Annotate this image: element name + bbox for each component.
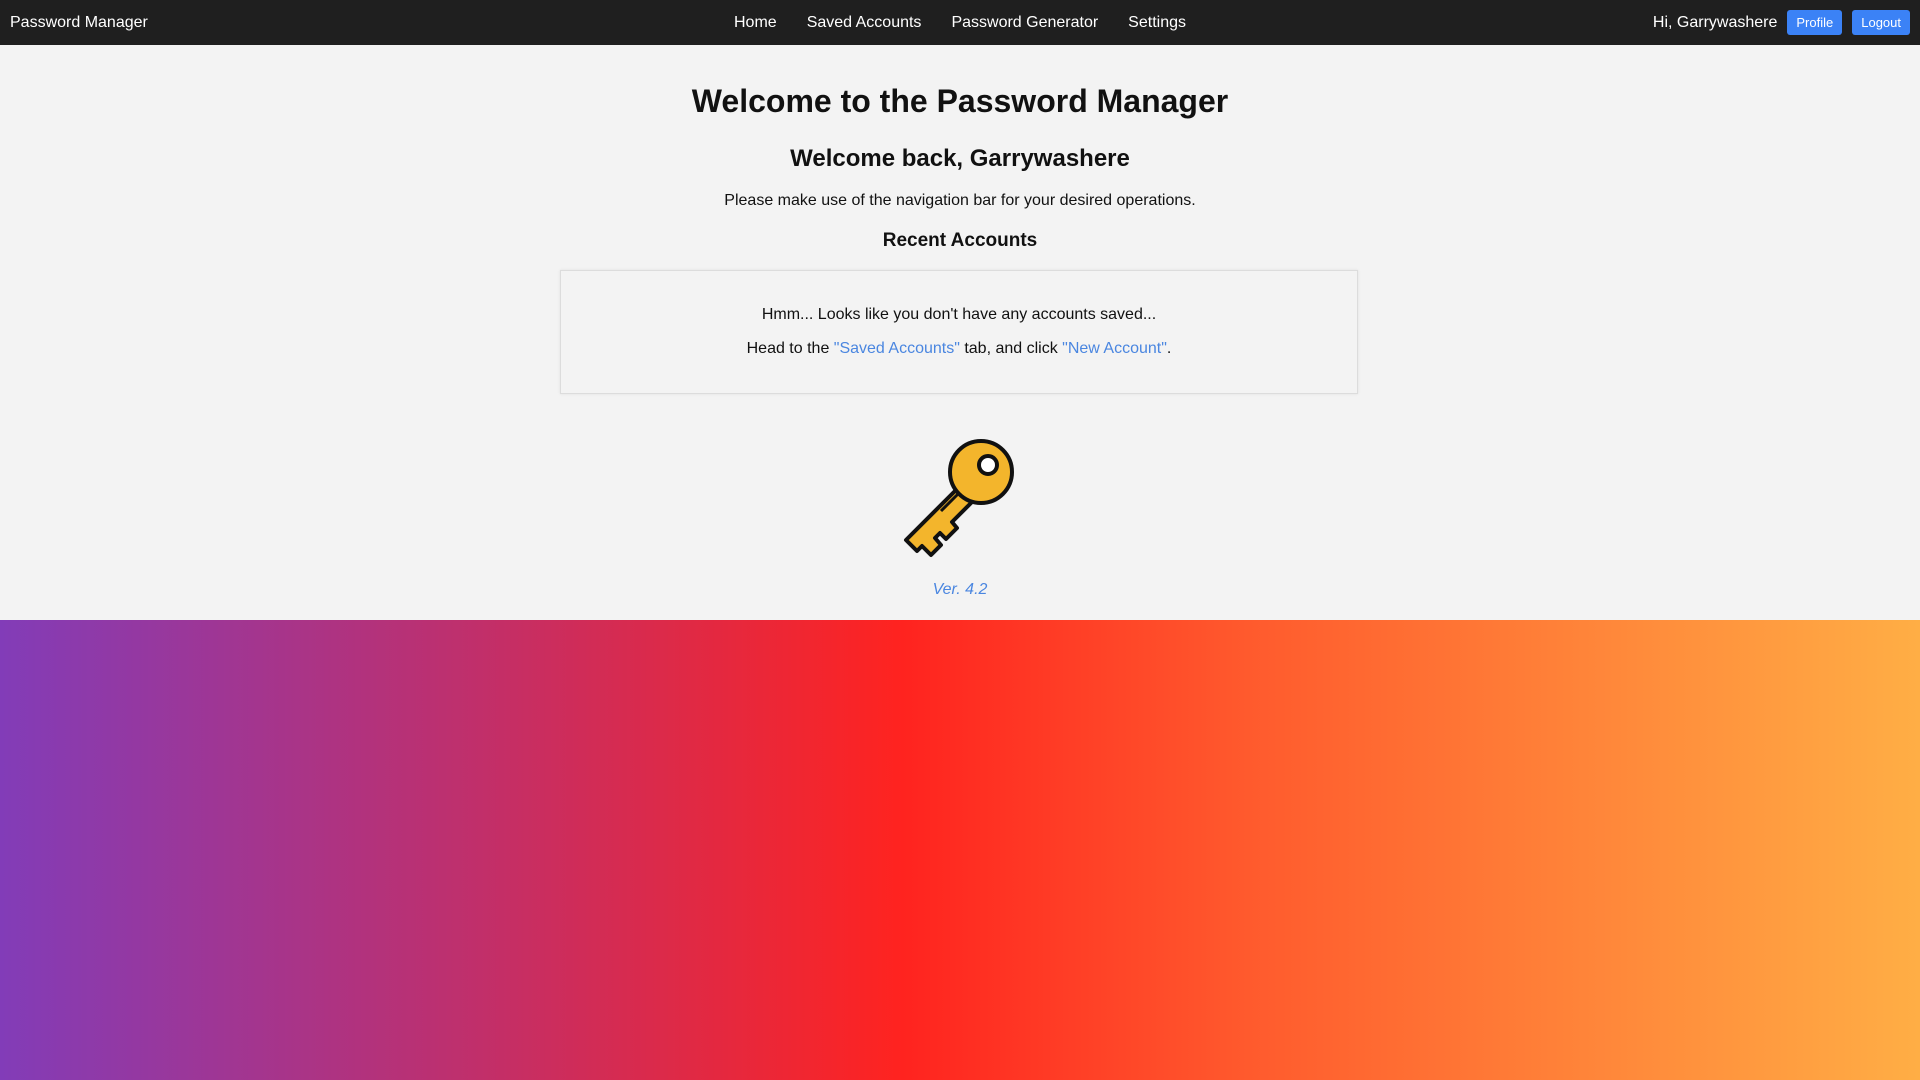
brand-title[interactable]: Password Manager <box>10 0 148 45</box>
recent-accounts-box: Hmm... Looks like you don't have any acc… <box>560 270 1358 394</box>
logout-button[interactable]: Logout <box>1852 10 1910 35</box>
empty-state-hint: Head to the "Saved Accounts" tab, and cl… <box>561 340 1357 358</box>
nav-link-saved-accounts[interactable]: Saved Accounts <box>807 0 922 45</box>
main-panel: Welcome to the Password Manager Welcome … <box>0 45 1920 620</box>
welcome-subtitle: Welcome back, Garrywashere <box>790 145 1130 172</box>
hint-prefix: Head to the <box>746 340 834 357</box>
top-navbar: Password Manager Home Saved Accounts Pas… <box>0 0 1920 45</box>
nav-link-home[interactable]: Home <box>734 0 777 45</box>
nav-links: Home Saved Accounts Password Generator S… <box>0 0 1920 45</box>
key-icon <box>904 439 1014 557</box>
hint-suffix: . <box>1166 340 1172 357</box>
new-account-link[interactable]: "New Account" <box>1062 340 1167 357</box>
page-title: Welcome to the Password Manager <box>691 83 1229 119</box>
profile-button[interactable]: Profile <box>1787 10 1843 35</box>
version-label: Ver. 4.2 <box>932 581 988 598</box>
recent-accounts-heading: Recent Accounts <box>882 230 1038 251</box>
nav-link-password-generator[interactable]: Password Generator <box>951 0 1098 45</box>
intro-text: Please make use of the navigation bar fo… <box>724 192 1196 209</box>
nav-link-settings[interactable]: Settings <box>1128 0 1186 45</box>
saved-accounts-link[interactable]: "Saved Accounts" <box>834 340 960 357</box>
hint-middle: tab, and click <box>959 340 1063 357</box>
user-greeting: Hi, Garrywashere <box>1652 13 1778 31</box>
user-area: Hi, Garrywashere Profile Logout <box>1653 0 1910 45</box>
empty-state-message: Hmm... Looks like you don't have any acc… <box>761 306 1157 323</box>
